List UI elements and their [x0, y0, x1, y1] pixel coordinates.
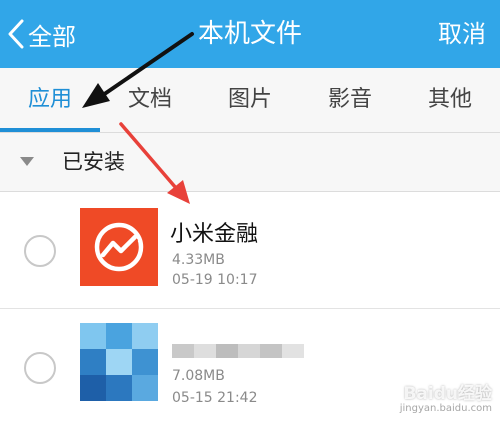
red-arrow — [119, 122, 190, 204]
black-arrow — [82, 32, 194, 108]
annotation-overlay — [82, 32, 194, 204]
